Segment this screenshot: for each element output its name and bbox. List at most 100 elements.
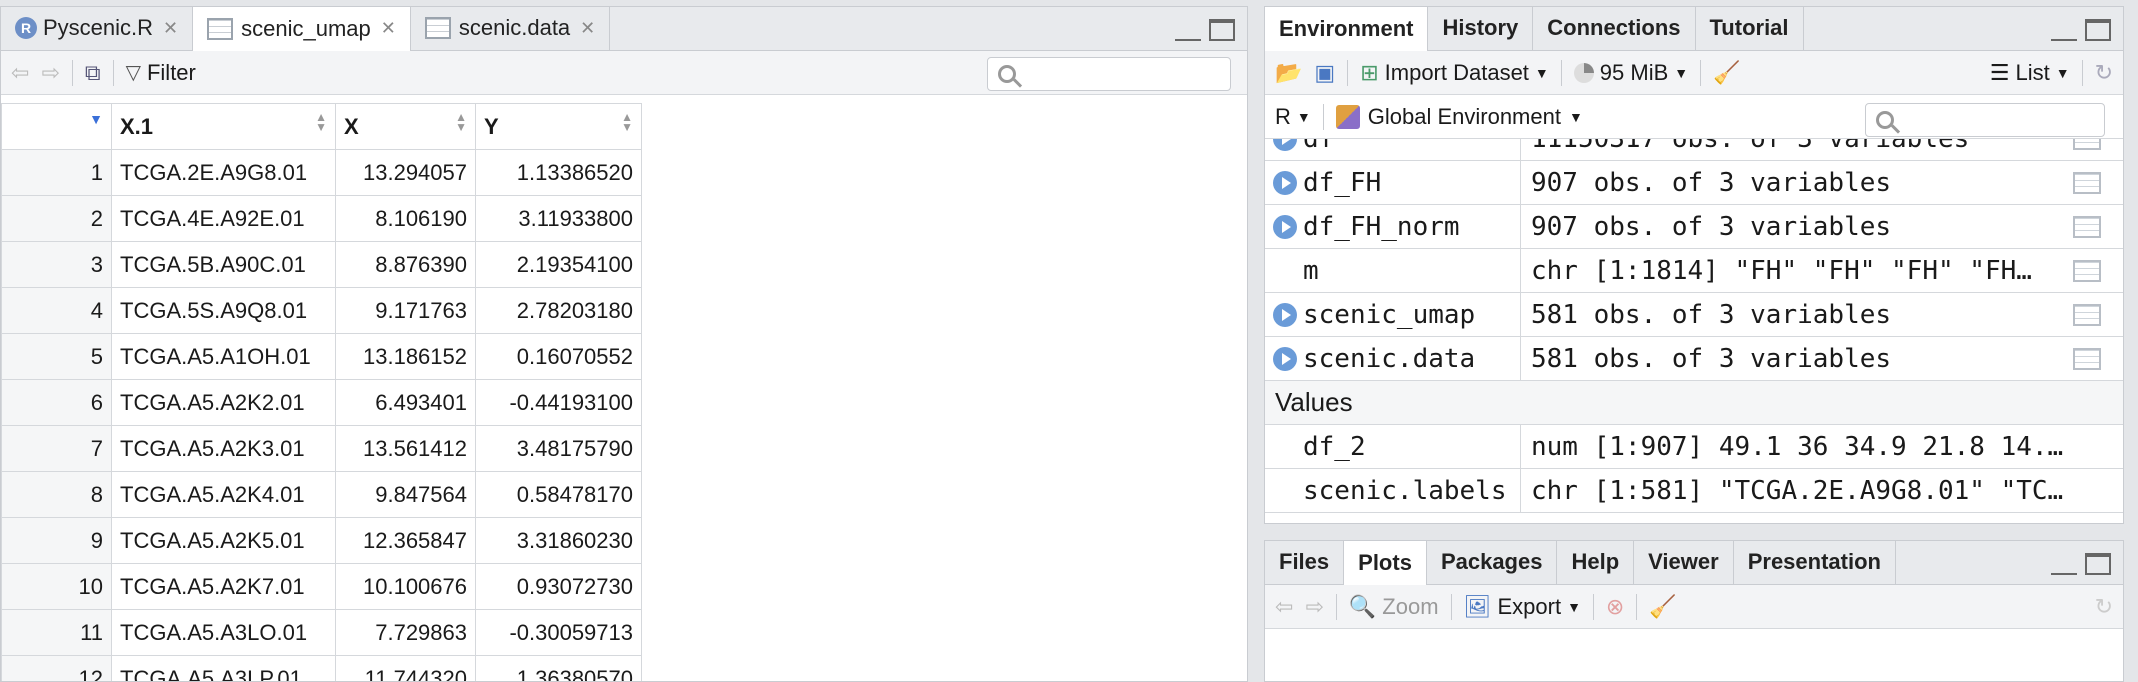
pane-window-controls — [1175, 19, 1235, 41]
view-table-icon[interactable] — [2073, 215, 2101, 238]
table-row[interactable]: 7 TCGA.A5.A2K3.01 13.561412 3.48175790 — [1, 425, 642, 472]
cell-x1: TCGA.2E.A9G8.01 — [111, 149, 336, 196]
expand-icon[interactable] — [1273, 346, 1297, 371]
environment-scope-select[interactable]: Global Environment ▼ — [1335, 104, 1583, 130]
environment-pane: Environment History Connections Tutorial… — [1264, 6, 2124, 524]
table-row[interactable]: 6 TCGA.A5.A2K2.01 6.493401 -0.44193100 — [1, 379, 642, 426]
row-number-header[interactable]: ▼ — [1, 103, 112, 150]
view-table-icon[interactable] — [2073, 139, 2101, 150]
filter-button[interactable]: ▽ Filter — [126, 60, 196, 86]
env-data-row[interactable]: df_FH 907 obs. of 3 variables — [1265, 161, 2123, 205]
minimize-icon[interactable] — [2051, 555, 2077, 575]
table-row[interactable]: 11 TCGA.A5.A3LO.01 7.729863 -0.30059713 — [1, 609, 642, 656]
tab-files[interactable]: Files — [1265, 541, 1345, 584]
column-header-y[interactable]: Y ▲ ▼ — [475, 103, 642, 150]
tab-tutorial[interactable]: Tutorial — [1695, 7, 1804, 50]
table-row[interactable]: 9 TCGA.A5.A2K5.01 12.365847 3.31860230 — [1, 517, 642, 564]
forward-arrow-icon[interactable]: ⇨ — [1305, 594, 1323, 620]
open-folder-icon[interactable]: 📂 — [1275, 60, 1302, 86]
table-row[interactable]: 5 TCGA.A5.A1OH.01 13.186152 0.16070552 — [1, 333, 642, 380]
data-search-input[interactable] — [1026, 61, 1206, 87]
back-arrow-icon[interactable]: ⇦ — [1275, 594, 1293, 620]
tab-packages[interactable]: Packages — [1426, 541, 1558, 584]
remove-plot-icon[interactable]: ⊗ — [1606, 594, 1624, 620]
table-row[interactable]: 10 TCGA.A5.A2K7.01 10.100676 0.93072730 — [1, 563, 642, 610]
refresh-icon[interactable]: ↻ — [2095, 594, 2113, 620]
list-view-button[interactable]: ☰ List ▼ — [1990, 60, 2070, 86]
env-value-row[interactable]: scenic.labels chr [1:581] "TCGA.2E.A9G8.0… — [1265, 469, 2123, 513]
environment-search-input[interactable] — [1904, 107, 2074, 133]
zoom-button[interactable]: 🔍 Zoom — [1349, 594, 1439, 620]
toolbar-divider — [2081, 59, 2083, 86]
toolbar-divider — [1700, 59, 1702, 86]
data-search-box[interactable] — [987, 57, 1231, 91]
env-data-row[interactable]: scenic_umap 581 obs. of 3 variables — [1265, 293, 2123, 337]
tab-presentation[interactable]: Presentation — [1733, 541, 1896, 584]
env-row-value: num [1:907] 49.1 36 34.9 21.8 14.… — [1531, 431, 2064, 462]
export-button[interactable]: 🖼 Export ▼ — [1464, 594, 1581, 620]
maximize-icon[interactable] — [2085, 19, 2111, 41]
forward-arrow-icon[interactable]: ⇨ — [41, 60, 59, 86]
maximize-icon[interactable] — [1209, 19, 1235, 41]
view-table-icon[interactable] — [2073, 303, 2101, 326]
table-row[interactable]: 8 TCGA.A5.A2K4.01 9.847564 0.58478170 — [1, 471, 642, 518]
table-row[interactable]: 3 TCGA.5B.A90C.01 8.876390 2.19354100 — [1, 241, 642, 288]
pie-chart-icon — [1573, 62, 1594, 83]
popout-icon[interactable]: ⧉ — [85, 60, 101, 86]
tab-scenic-umap[interactable]: scenic_umap ✕ — [193, 7, 411, 51]
language-select[interactable]: R ▼ — [1275, 104, 1311, 130]
environment-tabbar: Environment History Connections Tutorial — [1265, 7, 2123, 51]
minimize-icon[interactable] — [1175, 21, 1201, 41]
table-row[interactable]: 12 TCGA.A5.A3LP.01 11.744320 1.36380570 — [1, 655, 642, 681]
column-header-x1[interactable]: X.1 ▲ ▼ — [111, 103, 336, 150]
view-table-icon[interactable] — [2073, 347, 2101, 370]
tab-environment[interactable]: Environment — [1265, 7, 1429, 51]
expand-icon[interactable] — [1273, 302, 1297, 327]
env-row-value: 581 obs. of 3 variables — [1531, 343, 1892, 374]
env-data-row[interactable]: df_FH_norm 907 obs. of 3 variables — [1265, 205, 2123, 249]
search-icon — [1876, 111, 1894, 129]
env-data-row[interactable]: m chr [1:1814] "FH" "FH" "FH" "FH… — [1265, 249, 2123, 293]
refresh-icon[interactable]: ↻ — [2095, 60, 2113, 86]
expand-icon[interactable] — [1273, 214, 1297, 239]
import-dataset-button[interactable]: ⊞ Import Dataset ▼ — [1360, 60, 1549, 86]
tab-connections[interactable]: Connections — [1533, 7, 1696, 50]
close-icon[interactable]: ✕ — [381, 18, 396, 39]
toolbar-divider — [1560, 59, 1562, 86]
sort-icon[interactable]: ▲ ▼ — [455, 111, 467, 133]
tab-scenic-data[interactable]: scenic.data ✕ — [410, 7, 611, 50]
minimize-icon[interactable] — [2051, 21, 2077, 41]
env-data-row[interactable]: scenic.data 581 obs. of 3 variables — [1265, 337, 2123, 381]
expand-icon[interactable] — [1273, 170, 1297, 195]
env-row-partial[interactable]: df 11150317 obs. of 3 variables — [1265, 139, 2123, 161]
memory-usage-button[interactable]: 95 MiB ▼ — [1573, 60, 1688, 86]
tab-help[interactable]: Help — [1557, 541, 1635, 584]
broom-icon[interactable]: 🧹 — [1713, 60, 1740, 86]
save-icon[interactable]: ▣ — [1314, 60, 1335, 86]
cell-x: 8.876390 — [335, 241, 476, 288]
tab-viewer[interactable]: Viewer — [1634, 541, 1734, 584]
sort-icon[interactable]: ▲ ▼ — [315, 111, 327, 133]
column-header-x[interactable]: X ▲ ▼ — [335, 103, 476, 150]
tab-pyscenic-r[interactable]: R Pyscenic.R ✕ — [1, 7, 194, 50]
filter-label: Filter — [146, 59, 196, 85]
view-table-icon[interactable] — [2073, 259, 2101, 282]
close-icon[interactable]: ✕ — [163, 18, 178, 39]
tab-plots[interactable]: Plots — [1344, 541, 1427, 585]
table-row[interactable]: 1 TCGA.2E.A9G8.01 13.294057 1.13386520 — [1, 149, 642, 196]
env-value-row[interactable]: df_2 num [1:907] 49.1 36 34.9 21.8 14.… — [1265, 425, 2123, 469]
table-row[interactable]: 2 TCGA.4E.A92E.01 8.106190 3.11933800 — [1, 195, 642, 242]
back-arrow-icon[interactable]: ⇦ — [11, 60, 29, 86]
broom-icon[interactable]: 🧹 — [1649, 594, 1676, 620]
environment-search-box[interactable] — [1865, 103, 2105, 137]
table-row[interactable]: 4 TCGA.5S.A9Q8.01 9.171763 2.78203180 — [1, 287, 642, 334]
expand-icon[interactable] — [1273, 139, 1297, 151]
row-number-cell: 11 — [1, 609, 112, 656]
cell-y: 0.16070552 — [475, 333, 642, 380]
tab-history[interactable]: History — [1428, 7, 1534, 50]
close-icon[interactable]: ✕ — [580, 18, 595, 39]
env-row-value: 581 obs. of 3 variables — [1531, 299, 1892, 330]
sort-icon[interactable]: ▲ ▼ — [621, 111, 633, 133]
view-table-icon[interactable] — [2073, 171, 2101, 194]
maximize-icon[interactable] — [2085, 553, 2111, 575]
